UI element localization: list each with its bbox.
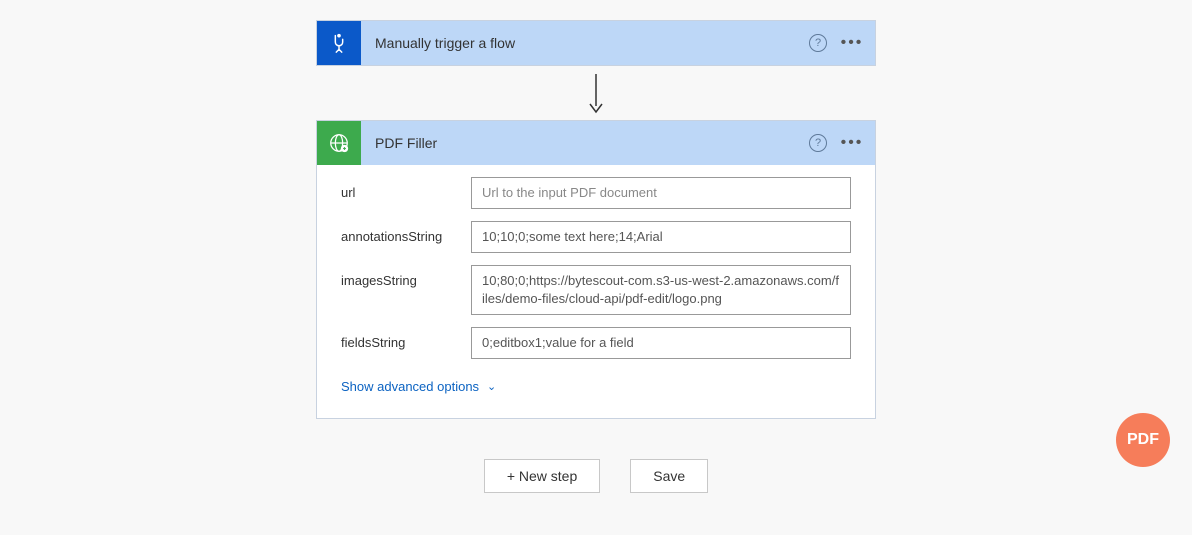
url-input[interactable]: Url to the input PDF document — [471, 177, 851, 209]
action-header[interactable]: PDF Filler ? ••• — [317, 121, 875, 165]
field-label: url — [341, 177, 471, 200]
field-row-annotations: annotationsString 10;10;0;some text here… — [341, 221, 851, 253]
help-icon[interactable]: ? — [809, 34, 827, 52]
trigger-title: Manually trigger a flow — [361, 35, 809, 51]
annotations-input[interactable]: 10;10;0;some text here;14;Arial — [471, 221, 851, 253]
save-button[interactable]: Save — [630, 459, 708, 493]
field-label: annotationsString — [341, 221, 471, 244]
field-row-images: imagesString 10;80;0;https://bytescout-c… — [341, 265, 851, 315]
trigger-card: Manually trigger a flow ? ••• — [316, 20, 876, 66]
action-card: PDF Filler ? ••• url Url to the input PD… — [316, 120, 876, 419]
manual-trigger-icon — [317, 21, 361, 65]
fields-input[interactable]: 0;editbox1;value for a field — [471, 327, 851, 359]
bottom-actions: + New step Save — [316, 459, 876, 493]
images-input[interactable]: 10;80;0;https://bytescout-com.s3-us-west… — [471, 265, 851, 315]
new-step-button[interactable]: + New step — [484, 459, 600, 493]
show-advanced-options-link[interactable]: Show advanced options ⌄ — [341, 379, 496, 394]
field-row-url: url Url to the input PDF document — [341, 177, 851, 209]
pdf-badge-button[interactable]: PDF — [1116, 413, 1170, 467]
field-row-fields: fieldsString 0;editbox1;value for a fiel… — [341, 327, 851, 359]
more-menu-icon[interactable]: ••• — [837, 134, 867, 152]
more-menu-icon[interactable]: ••• — [837, 34, 867, 52]
chevron-down-icon: ⌄ — [487, 380, 496, 393]
help-icon[interactable]: ? — [809, 134, 827, 152]
trigger-header[interactable]: Manually trigger a flow ? ••• — [317, 21, 875, 65]
field-label: fieldsString — [341, 327, 471, 350]
field-label: imagesString — [341, 265, 471, 288]
action-title: PDF Filler — [361, 135, 809, 151]
action-body: url Url to the input PDF document annota… — [317, 165, 875, 418]
connector-arrow-icon — [316, 66, 876, 120]
pdf-filler-icon — [317, 121, 361, 165]
